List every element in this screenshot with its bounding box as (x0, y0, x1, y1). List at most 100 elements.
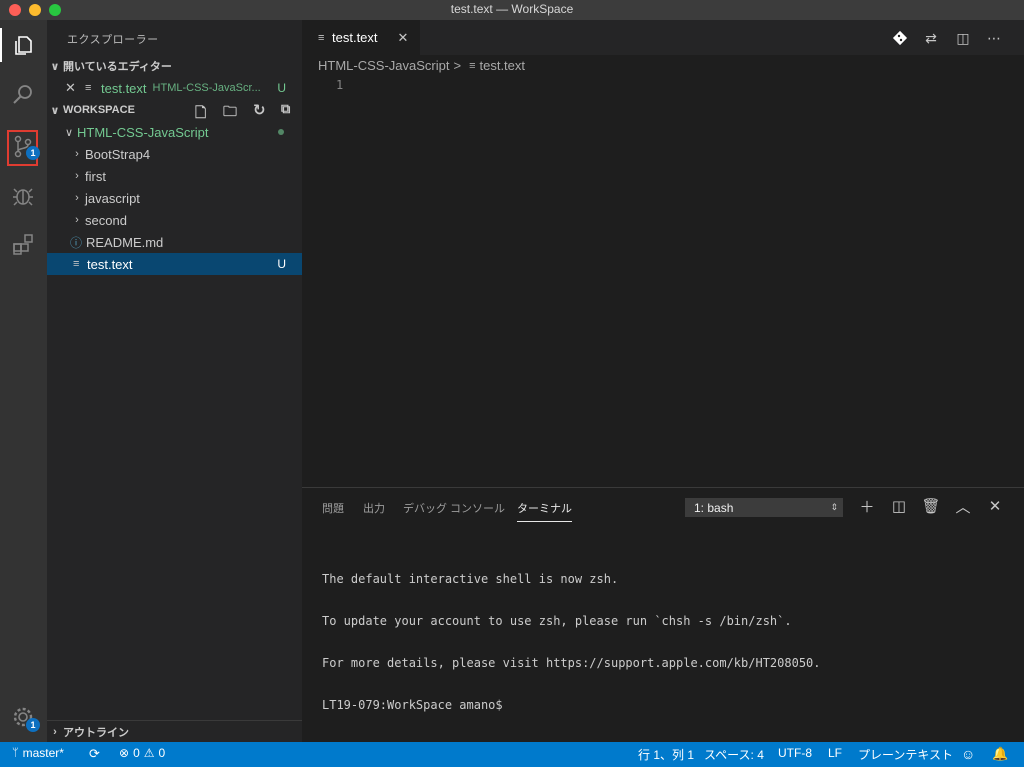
indentation[interactable]: スペース: 4 (704, 746, 764, 763)
smiley-icon: ☺ (961, 746, 976, 762)
ellipsis-icon: ⋯ (987, 29, 1001, 46)
more-actions-button[interactable]: ⋯ (984, 28, 1004, 48)
warning-count: 0 (158, 746, 166, 760)
open-changes-button[interactable]: ⇄ (921, 28, 941, 48)
chevron-up-icon: ︿ (955, 498, 971, 516)
scm-badge: 1 (26, 146, 40, 160)
chevron-right-icon: › (75, 148, 79, 160)
cursor-position-label: 行 1、列 1 (638, 748, 695, 762)
tree-root-folder[interactable]: ∨ HTML-CSS-JavaScript (47, 121, 302, 143)
extensions-icon (13, 234, 33, 255)
tab-terminal[interactable]: ターミナル (517, 500, 572, 522)
feedback-button[interactable]: ☺ (961, 746, 975, 762)
branch-name: master* (22, 746, 64, 760)
kill-terminal-button[interactable]: 🗑 (921, 496, 941, 516)
editor-text-area[interactable] (360, 76, 1000, 476)
info-icon: ⓘ (70, 235, 83, 250)
tab-problems[interactable]: 問題 (322, 500, 344, 516)
refresh-icon[interactable]: ↻ (253, 101, 266, 119)
notifications-button[interactable]: 🔔 (992, 746, 1008, 762)
debug-button[interactable] (8, 180, 38, 210)
sync-button[interactable]: ⟳ (89, 746, 100, 762)
encoding[interactable]: UTF-8 (778, 746, 812, 760)
tree-item-label: BootStrap4 (85, 146, 151, 162)
chevron-down-icon: ∨ (64, 126, 74, 139)
close-icon[interactable]: ✕ (398, 30, 409, 46)
tree-item-label: README.md (86, 234, 164, 250)
bug-icon (13, 188, 33, 206)
tree-item-label: test.text (87, 256, 133, 272)
outline-header[interactable]: › アウトライン (47, 720, 302, 743)
close-panel-button[interactable]: ✕ (985, 496, 1005, 516)
updown-arrows-icon: ⇕ (830, 502, 838, 512)
error-count: 0 (133, 746, 140, 760)
indentation-label: スペース: 4 (704, 748, 764, 762)
maximize-panel-button[interactable]: ︿ (953, 496, 973, 516)
trash-icon: 🗑 (921, 498, 941, 515)
git-branch-icon: ᛘ (12, 747, 19, 759)
bottom-panel: 問題 出力 デバッグ コンソール ターミナル 1: bash ⇕ ＋ ◫ 🗑 ︿… (302, 487, 1024, 743)
workspace-header[interactable]: ∨ WORKSPACE 🗋 🗀 ↻ ⧉ (47, 99, 302, 121)
chevron-right-icon: › (75, 170, 79, 182)
tree-item-file[interactable]: ⓘ README.md (47, 231, 302, 253)
language-mode[interactable]: プレーンテキスト (858, 746, 953, 763)
terminal-prompt: LT19-079:WorkSpace amano$ (322, 698, 503, 712)
terminal-select-value: 1: bash (694, 500, 734, 515)
git-compare-button[interactable] (890, 28, 910, 48)
breadcrumb: HTML-CSS-JavaScript > ≡ test.text (318, 58, 525, 73)
tree-item-folder[interactable]: › first (47, 165, 302, 187)
chevron-right-icon: › (75, 192, 79, 204)
collapse-all-icon[interactable]: ⧉ (281, 101, 290, 117)
close-icon[interactable]: ✕ (65, 80, 85, 96)
tree-item-folder[interactable]: › BootStrap4 (47, 143, 302, 165)
branch-indicator[interactable]: ᛘ master* (12, 746, 64, 760)
new-terminal-button[interactable]: ＋ (857, 496, 877, 516)
open-editor-item[interactable]: ✕ ≡ test.text HTML-CSS-JavaScr... U (47, 77, 302, 99)
open-editor-filename: test.text (101, 80, 147, 96)
untracked-badge: U (277, 257, 286, 271)
text-file-icon: ≡ (73, 258, 80, 270)
tab-debug-console[interactable]: デバッグ コンソール (403, 500, 505, 516)
active-indicator (0, 28, 2, 62)
language-label: プレーンテキスト (858, 748, 954, 762)
close-icon: ✕ (988, 498, 1002, 515)
sidebar-title: エクスプローラー (67, 34, 159, 46)
root-folder-label: HTML-CSS-JavaScript (77, 124, 209, 140)
tree-item-folder[interactable]: › second (47, 209, 302, 231)
terminal-line: The default interactive shell is now zsh… (322, 572, 619, 586)
tab-label: test.text (332, 30, 378, 45)
terminal-line: To update your account to use zsh, pleas… (322, 614, 792, 628)
sync-icon: ⟳ (89, 746, 100, 761)
tree-item-file-selected[interactable]: ≡ test.text U (47, 253, 302, 275)
end-of-line[interactable]: LF (828, 746, 842, 760)
search-button[interactable] (8, 80, 38, 110)
problems-indicator[interactable]: ⊗ 0 ⚠ 0 (119, 746, 165, 760)
files-icon (15, 36, 32, 55)
breadcrumb-folder[interactable]: HTML-CSS-JavaScript (318, 58, 449, 73)
line-number: 1 (336, 78, 344, 92)
tree-item-label: javascript (85, 190, 140, 206)
editor-tab-bar: ≡ test.text ✕ (302, 20, 1024, 55)
cursor-position[interactable]: 行 1、列 1 (638, 746, 694, 763)
split-terminal-button[interactable]: ◫ (889, 496, 909, 516)
tab-test-text[interactable]: ≡ test.text ✕ (302, 20, 420, 55)
terminal-output[interactable]: The default interactive shell is now zsh… (322, 544, 821, 740)
activity-bar: 1 1 (0, 20, 47, 742)
title-bar: test.text — WorkSpace (0, 0, 1024, 21)
explorer-button[interactable] (8, 30, 38, 60)
chevron-down-icon: ∨ (50, 104, 60, 117)
status-bar: ᛘ master* ⟳ ⊗ 0 ⚠ 0 行 1、列 1 スペース: 4 UTF-… (0, 742, 1024, 767)
breadcrumb-separator: > (453, 58, 462, 73)
outline-label: アウトライン (63, 727, 129, 739)
tab-output[interactable]: 出力 (363, 500, 385, 516)
workspace-label: WORKSPACE (63, 104, 135, 116)
open-editor-path: HTML-CSS-JavaScr... (152, 82, 261, 94)
terminal-line: For more details, please visit https://s… (322, 656, 821, 670)
tree-item-folder[interactable]: › javascript (47, 187, 302, 209)
bell-icon: 🔔 (992, 746, 1009, 761)
extensions-button[interactable] (8, 230, 38, 260)
breadcrumb-file[interactable]: test.text (479, 58, 525, 73)
open-editors-header[interactable]: ∨ 開いているエディター (47, 55, 302, 77)
terminal-select[interactable]: 1: bash ⇕ (685, 498, 843, 517)
split-editor-button[interactable]: ◫ (953, 28, 973, 48)
